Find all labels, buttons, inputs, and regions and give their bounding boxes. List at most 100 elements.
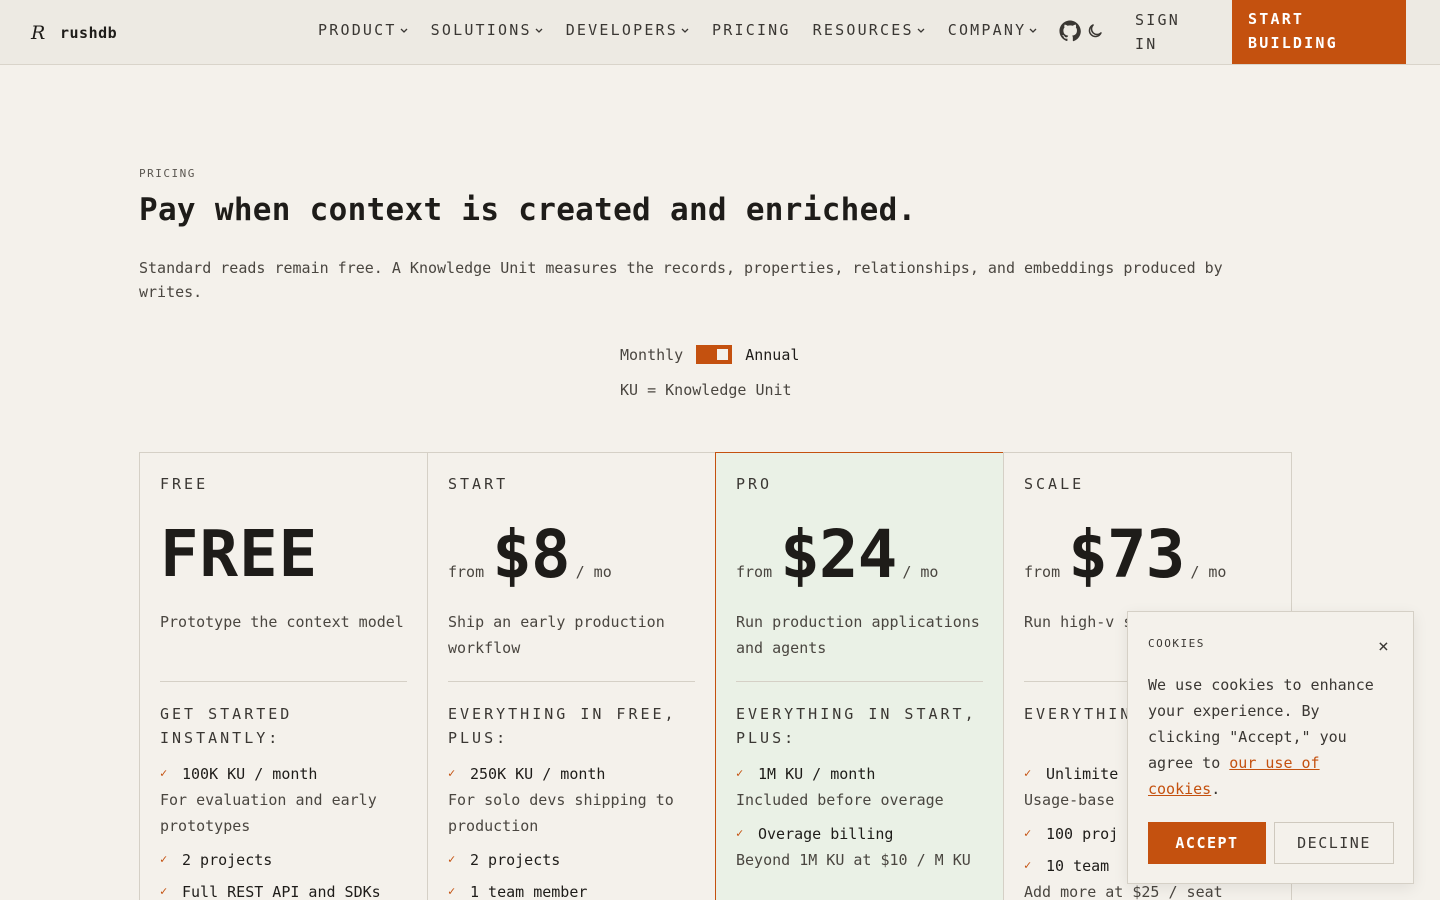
github-icon[interactable] <box>1059 20 1081 42</box>
nav-label: PRICING <box>712 21 791 39</box>
feature-list: ✓ 100K KU / month For evaluation and earl… <box>160 763 415 900</box>
check-icon: ✓ <box>448 852 456 866</box>
close-icon[interactable]: × <box>1378 636 1394 657</box>
billing-toggle-group: Monthly Annual <box>620 345 799 364</box>
check-icon: ✓ <box>160 884 168 898</box>
nav-label: PRODUCT <box>318 21 397 39</box>
feature-title: Overage billing <box>758 825 894 843</box>
check-icon: ✓ <box>448 884 456 898</box>
start-building-button[interactable]: START BUILDING <box>1232 0 1406 64</box>
feature-subtext: Beyond 1M KU at $10 / M KU <box>736 851 971 869</box>
divider <box>160 681 407 682</box>
feature-title: Full REST API and SDKs <box>182 883 381 900</box>
feature-subtext: Included before overage <box>736 791 944 809</box>
check-icon: ✓ <box>1024 826 1032 840</box>
plan-price-amount: $8 <box>492 516 570 593</box>
page-subtitle: Standard reads remain free. A Knowledge … <box>139 259 1223 301</box>
chevron-down-icon <box>400 28 408 33</box>
page-title: Pay when context is created and enriched… <box>139 192 917 228</box>
feature-title: 100 proj <box>1046 825 1119 843</box>
nav-item-product[interactable]: PRODUCT <box>318 21 409 39</box>
plan-name: START <box>448 475 509 493</box>
price-from-label: from <box>736 563 773 581</box>
check-icon: ✓ <box>160 766 168 780</box>
top-nav-bar: R rushdb PRODUCT SOLUTIONS DEVELOPERS PR… <box>0 0 1440 65</box>
divider <box>736 681 983 682</box>
decline-cookies-button[interactable]: DECLINE <box>1274 822 1394 864</box>
plan-price-amount: $24 <box>780 516 897 593</box>
moon-icon[interactable] <box>1086 22 1104 40</box>
feature-item: ✓ 2 projects <box>448 849 703 871</box>
feature-title: 250K KU / month <box>470 765 606 783</box>
includes-heading: GET STARTED INSTANTLY: <box>160 705 293 747</box>
nav-label: SOLUTIONS <box>430 21 532 39</box>
cookie-title: COOKIES <box>1148 637 1205 650</box>
cookie-message-end: . <box>1211 780 1221 798</box>
check-icon: ✓ <box>736 826 744 840</box>
feature-subtext: For solo devs shipping to production <box>448 791 674 835</box>
billing-period-toggle[interactable] <box>696 345 733 364</box>
plan-price-amount: $73 <box>1068 516 1185 593</box>
plan-price: FREE <box>160 519 318 591</box>
ku-definition: KU = Knowledge Unit <box>620 381 792 399</box>
feature-item: ✓ 1M KU / month Included before overage <box>736 763 991 813</box>
nav-item-solutions[interactable]: SOLUTIONS <box>431 21 544 39</box>
plan-name: SCALE <box>1024 475 1085 493</box>
chevron-down-icon <box>535 28 543 33</box>
plan-description: Run production applications and agents <box>736 613 980 657</box>
nav-item-pricing[interactable]: PRICING <box>712 21 791 39</box>
nav-item-resources[interactable]: RESOURCES <box>813 21 926 39</box>
monthly-label[interactable]: Monthly <box>620 346 683 364</box>
plan-description: Prototype the context model <box>160 613 404 631</box>
plan-price-amount: FREE <box>160 518 319 592</box>
plan-description: Ship an early production workflow <box>448 613 665 657</box>
feature-title: Unlimite <box>1046 765 1119 783</box>
plan-card-start: START from $8 / mo Ship an early product… <box>427 452 716 900</box>
cookie-banner: COOKIES × We use cookies to enhance your… <box>1127 611 1414 884</box>
cookie-message: We use cookies to enhance your experienc… <box>1148 672 1398 802</box>
nav-label: COMPANY <box>947 21 1027 39</box>
feature-list: ✓ 250K KU / month For solo devs shipping … <box>448 763 703 900</box>
nav-item-company[interactable]: COMPANY <box>948 21 1039 39</box>
feature-item: ✓ 250K KU / month For solo devs shipping … <box>448 763 703 839</box>
nav-label: DEVELOPERS <box>565 21 679 39</box>
chevron-down-icon <box>1029 28 1037 33</box>
feature-item: ✓ 100K KU / month For evaluation and earl… <box>160 763 415 839</box>
main-nav: PRODUCT SOLUTIONS DEVELOPERS PRICING RES… <box>318 21 1060 39</box>
price-period: / mo <box>575 563 612 581</box>
feature-item: ✓ Full REST API and SDKs <box>160 881 415 900</box>
check-icon: ✓ <box>1024 858 1032 872</box>
feature-title: 10 team <box>1046 857 1110 875</box>
feature-item: ✓ Overage billing Beyond 1M KU at $10 / M… <box>736 823 991 873</box>
feature-title: 2 projects <box>182 851 273 869</box>
brand-logo[interactable]: R rushdb <box>31 22 117 44</box>
nav-item-developers[interactable]: DEVELOPERS <box>566 21 690 39</box>
feature-subtext: For evaluation and early prototypes <box>160 791 377 835</box>
includes-heading: EVERYTHING IN START, PLUS: <box>736 705 977 747</box>
plan-price: from $73 / mo <box>1024 519 1226 591</box>
check-icon: ✓ <box>1024 766 1032 780</box>
feature-title: 1M KU / month <box>758 765 876 783</box>
nav-label: RESOURCES <box>812 21 914 39</box>
brand-name: rushdb <box>60 24 118 42</box>
plan-price: from $24 / mo <box>736 519 938 591</box>
chevron-down-icon <box>917 28 925 33</box>
accept-cookies-button[interactable]: ACCEPT <box>1148 822 1266 864</box>
sign-in-link[interactable]: SIGN IN <box>1135 8 1195 56</box>
plan-name: FREE <box>160 475 209 493</box>
annual-label[interactable]: Annual <box>745 346 799 364</box>
check-icon: ✓ <box>160 852 168 866</box>
plan-card-pro: PRO from $24 / mo Run production applica… <box>715 452 1004 900</box>
feature-item: ✓ 1 team member <box>448 881 703 900</box>
price-period: / mo <box>1190 563 1227 581</box>
feature-item: ✓ 2 projects <box>160 849 415 871</box>
check-icon: ✓ <box>448 766 456 780</box>
price-period: / mo <box>902 563 939 581</box>
includes-heading: EVERYTHING IN FREE, PLUS: <box>448 705 677 747</box>
feature-list: ✓ 1M KU / month Included before overage ✓… <box>736 763 991 883</box>
price-from-label: from <box>1024 563 1061 581</box>
price-from-label: from <box>448 563 485 581</box>
chevron-down-icon <box>681 28 689 33</box>
feature-title: 100K KU / month <box>182 765 318 783</box>
section-eyebrow: PRICING <box>139 167 196 180</box>
